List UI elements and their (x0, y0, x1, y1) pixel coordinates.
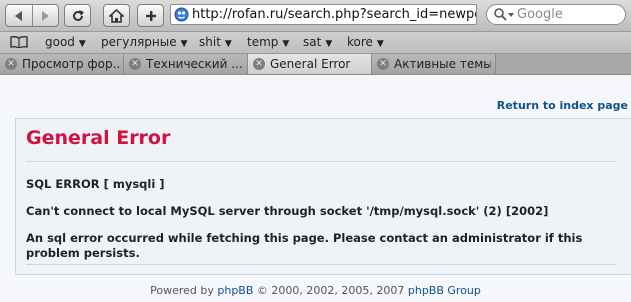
reload-button[interactable] (64, 4, 91, 27)
tab-bar: ✕ Просмотр фор... ✕ Технический ... ✕ Ge… (0, 54, 631, 75)
divider (26, 264, 617, 265)
tab-technical[interactable]: ✕ Технический ... (124, 54, 248, 74)
phpbb-link[interactable]: phpBB (217, 284, 253, 297)
tab-active-topics[interactable]: ✕ Активные темы (372, 54, 496, 74)
close-icon[interactable]: ✕ (253, 58, 265, 70)
nav-buttons (5, 4, 59, 27)
bookmarks-bar: good ▼ регулярные ▼ shit ▼ temp ▼ sat ▼ kore ▼ (0, 32, 631, 54)
bookmark-label: temp (247, 35, 279, 49)
footer-prefix: Powered by (150, 284, 218, 297)
back-arrow-icon (14, 10, 22, 21)
tab-label: Активные темы (394, 57, 491, 71)
forward-button[interactable] (31, 5, 59, 26)
tab-forum-view[interactable]: ✕ Просмотр фор... (0, 54, 124, 74)
error-description: An sql error occurred while fetching thi… (26, 231, 583, 260)
chevron-down-icon: ▼ (78, 39, 86, 49)
home-button[interactable] (103, 4, 130, 27)
tab-label: General Error (270, 57, 351, 71)
bookmark-label: sat (303, 35, 322, 49)
error-panel: General Error SQL ERROR [ mysqli ] Can't… (15, 118, 631, 275)
footer-years: © 2000, 2002, 2005, 2007 (253, 284, 408, 297)
bookmark-folder-good[interactable]: good ▼ (45, 35, 86, 50)
close-icon[interactable]: ✕ (377, 58, 389, 70)
address-bar[interactable]: http://rofan.ru/search.php?search_id=new… (170, 4, 477, 25)
bookmark-folder-sat[interactable]: sat ▼ (303, 35, 332, 50)
chevron-down-icon: ▼ (282, 39, 290, 49)
bookmarks-book-icon[interactable] (10, 36, 28, 48)
plus-icon (145, 10, 156, 21)
new-tab-button[interactable] (137, 4, 164, 27)
sql-error-message: Can't connect to local MySQL server thro… (26, 204, 549, 218)
return-to-index-link[interactable]: Return to index page (497, 99, 628, 112)
bookmark-folder-regular[interactable]: регулярные ▼ (101, 35, 188, 50)
bookmark-folder-temp[interactable]: temp ▼ (247, 35, 289, 50)
forward-arrow-icon (42, 10, 50, 21)
reload-icon (72, 9, 84, 21)
error-title: General Error (26, 127, 171, 149)
search-placeholder: Google (517, 7, 563, 22)
back-button[interactable] (6, 5, 32, 26)
bookmark-label: регулярные (101, 35, 177, 49)
sql-error-type: SQL ERROR [ mysqli ] (26, 177, 165, 191)
tab-general-error[interactable]: ✕ General Error (248, 54, 372, 74)
browser-toolbar: http://rofan.ru/search.php?search_id=new… (0, 0, 631, 32)
site-favicon-icon (174, 7, 189, 22)
bookmark-label: good (45, 35, 75, 49)
bookmark-folder-shit[interactable]: shit ▼ (199, 35, 232, 50)
divider (26, 161, 617, 162)
tab-label: Просмотр фор... (22, 57, 119, 71)
tab-label: Технический ... (146, 57, 243, 71)
bookmark-label: shit (199, 35, 221, 49)
page-footer: Powered by phpBB © 2000, 2002, 2005, 200… (0, 284, 631, 297)
search-icon (494, 8, 514, 21)
home-icon (109, 8, 124, 23)
close-icon[interactable]: ✕ (129, 58, 141, 70)
chevron-down-icon: ▼ (376, 39, 384, 49)
chevron-down-icon: ▼ (224, 39, 232, 49)
search-field[interactable]: Google (486, 4, 626, 25)
close-icon[interactable]: ✕ (5, 58, 17, 70)
bookmark-folder-kore[interactable]: kore ▼ (347, 35, 384, 50)
url-text: http://rofan.ru/search.php?search_id=new… (192, 7, 476, 22)
bookmark-label: kore (347, 35, 373, 49)
chevron-down-icon: ▼ (180, 39, 188, 49)
phpbb-group-link[interactable]: phpBB Group (408, 284, 481, 297)
chevron-down-icon: ▼ (325, 39, 333, 49)
